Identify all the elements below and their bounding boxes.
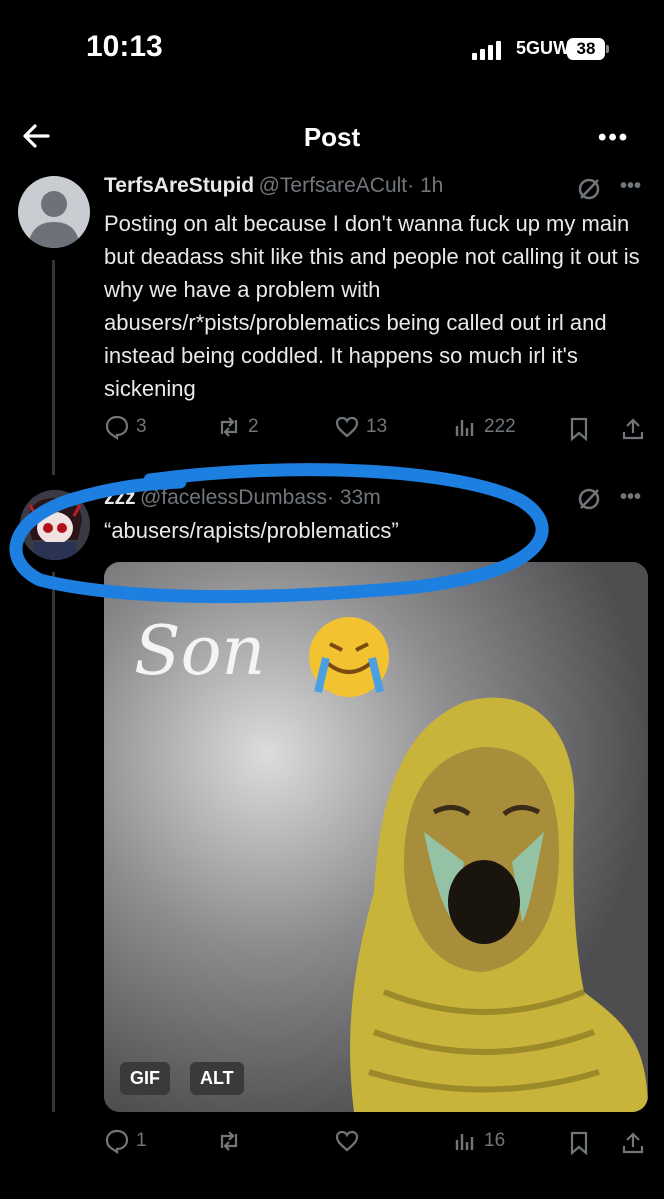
- annotation-circle: [9, 463, 549, 604]
- reply-count: 1: [136, 1130, 147, 1151]
- like-button[interactable]: 13: [334, 414, 387, 440]
- like-count: 13: [366, 416, 388, 437]
- post-text: Posting on alt because I don't wanna fuc…: [104, 211, 640, 401]
- repost-count: 2: [248, 416, 259, 437]
- alt-badge[interactable]: ALT: [190, 1062, 244, 1095]
- thread-line: [52, 260, 55, 475]
- post-time: · 1h: [407, 174, 444, 197]
- view-count: 16: [484, 1130, 506, 1151]
- reply-count: 3: [136, 416, 147, 437]
- post-more-icon[interactable]: •••: [620, 175, 641, 198]
- repost-button[interactable]: 2: [216, 414, 259, 440]
- reply-icon: [105, 1129, 129, 1154]
- thread-line: [52, 572, 55, 1112]
- avatar[interactable]: [18, 176, 90, 248]
- views-button[interactable]: 222: [452, 414, 516, 440]
- views-icon: [455, 1134, 474, 1150]
- default-avatar-icon: [28, 191, 80, 248]
- reply-icon: [105, 415, 129, 440]
- views-icon: [455, 420, 474, 436]
- status-time: 10:13: [86, 30, 163, 63]
- author-name[interactable]: TerfsAreStupid: [104, 174, 254, 197]
- share-icon[interactable]: [620, 1130, 646, 1156]
- grok-icon[interactable]: [576, 176, 602, 202]
- battery-tip: [606, 45, 609, 53]
- bookmark-icon[interactable]: [566, 1130, 592, 1156]
- repost-icon: [220, 417, 238, 437]
- gif-badge: GIF: [120, 1062, 170, 1095]
- more-options-icon[interactable]: •••: [598, 124, 629, 152]
- gif-caption: Son: [134, 612, 266, 691]
- reply-button[interactable]: 1: [104, 1128, 147, 1154]
- gif-media[interactable]: Son GIF ALT: [104, 562, 648, 1112]
- repost-icon: [220, 1131, 238, 1151]
- heart-icon: [335, 416, 359, 438]
- bookmark-icon[interactable]: [566, 416, 592, 442]
- page-title: Post: [303, 122, 361, 152]
- like-button[interactable]: [334, 1128, 360, 1154]
- network-type: 5GUW: [516, 38, 570, 58]
- post-header: TerfsAreStupid @TerfsareACult· 1h: [104, 174, 443, 198]
- repost-button[interactable]: [216, 1128, 242, 1154]
- heart-icon: [335, 1130, 359, 1152]
- signal-icon: [472, 40, 506, 60]
- view-count: 222: [484, 416, 516, 437]
- author-handle[interactable]: @TerfsareACult: [259, 174, 408, 197]
- battery-indicator: 38: [567, 38, 605, 60]
- views-button[interactable]: 16: [452, 1128, 505, 1154]
- reply-button[interactable]: 3: [104, 414, 147, 440]
- share-icon[interactable]: [620, 416, 646, 442]
